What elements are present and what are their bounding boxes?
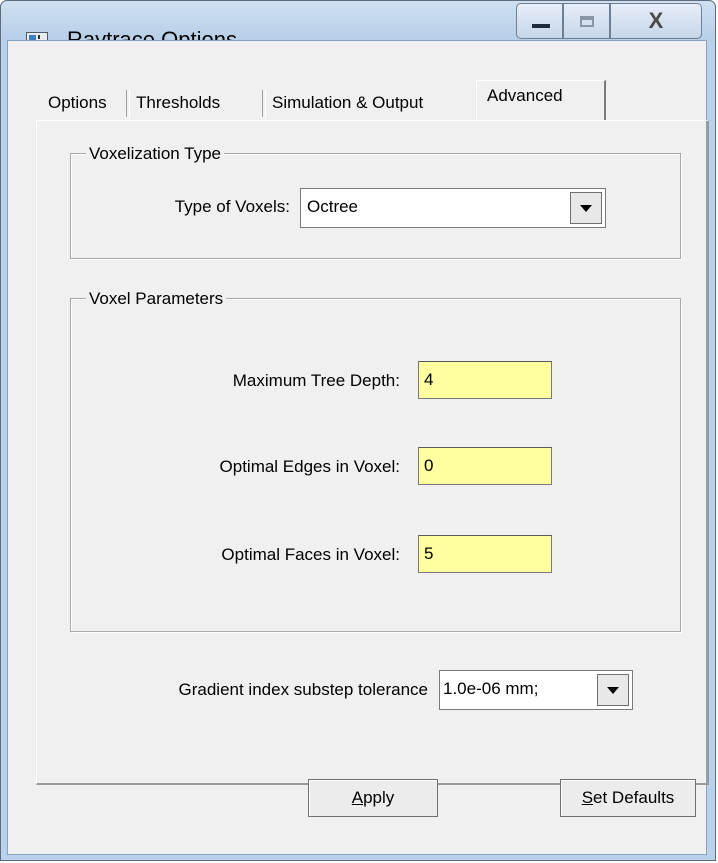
apply-button[interactable]: Apply (308, 779, 438, 817)
title-bar[interactable]: Raytrace Options X (1, 1, 715, 52)
tab-simulation-output[interactable]: Simulation & Output (268, 88, 474, 117)
tab-options-label: Options (48, 93, 107, 112)
chevron-down-icon[interactable] (597, 674, 629, 706)
optimal-edges-label: Optimal Edges in Voxel: (219, 457, 400, 476)
voxelization-type-title: Voxelization Type (86, 144, 224, 164)
apply-mnemonic: A (351, 788, 364, 807)
tab-advanced-label: Advanced (487, 86, 563, 105)
optimal-edges-field[interactable]: 0 (418, 447, 552, 485)
minimize-button[interactable] (516, 3, 563, 39)
type-of-voxels-select[interactable]: Octree (300, 188, 606, 228)
voxel-parameters-title: Voxel Parameters (86, 289, 227, 309)
maximize-icon (580, 16, 594, 27)
apply-label: pply (363, 788, 395, 807)
tab-advanced[interactable]: Advanced (476, 80, 606, 120)
gradient-tolerance-value: 1.0e-06 mm; (443, 679, 539, 698)
set-defaults-label: et Defaults (593, 788, 675, 807)
tab-thresholds[interactable]: Thresholds (132, 88, 266, 117)
maximize-button[interactable] (563, 3, 610, 39)
minimize-icon (532, 24, 550, 28)
type-of-voxels-value: Octree (307, 197, 359, 216)
tab-thresholds-label: Thresholds (136, 93, 221, 112)
window-controls: X (516, 3, 702, 39)
set-defaults-button[interactable]: Set Defaults (560, 779, 696, 817)
optimal-faces-label: Optimal Faces in Voxel: (221, 545, 400, 564)
maximum-tree-depth-field[interactable]: 4 (418, 361, 552, 399)
chevron-down-icon[interactable] (570, 192, 602, 224)
maximum-tree-depth-label: Maximum Tree Depth: (232, 371, 400, 390)
gradient-tolerance-select[interactable]: 1.0e-06 mm; (439, 670, 633, 710)
set-defaults-mnemonic: S (581, 788, 594, 807)
close-icon: X (648, 8, 664, 33)
tab-simulation-output-label: Simulation & Output (272, 93, 424, 112)
optimal-faces-field[interactable]: 5 (418, 535, 552, 573)
gradient-tolerance-label: Gradient index substep tolerance (178, 680, 429, 699)
type-of-voxels-label: Type of Voxels: (174, 197, 290, 216)
close-button[interactable]: X (610, 3, 702, 39)
tab-options[interactable]: Options (44, 88, 130, 117)
